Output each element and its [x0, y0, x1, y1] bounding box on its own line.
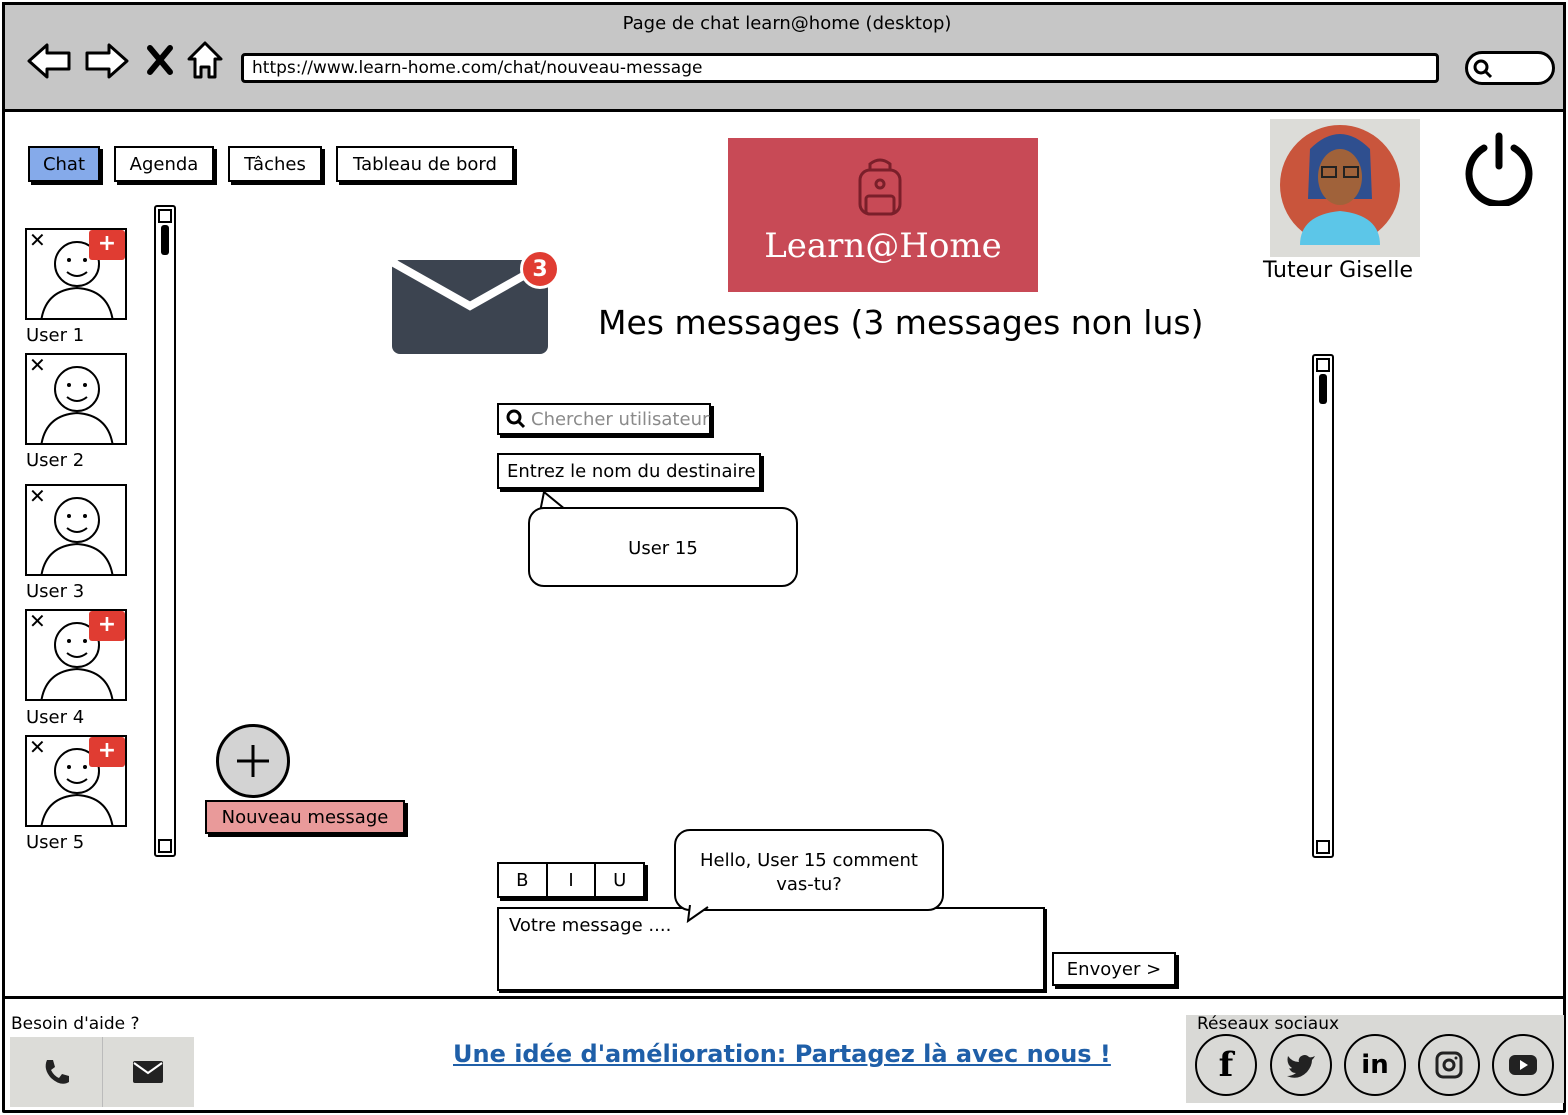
unread-count-badge: 3	[520, 249, 560, 289]
search-placeholder: Chercher utilisateur	[531, 408, 710, 430]
user-label[interactable]: User 4	[26, 707, 84, 728]
new-message-badge-icon: +	[89, 737, 125, 767]
youtube-icon[interactable]	[1492, 1034, 1554, 1096]
remove-user-icon[interactable]: ✕	[29, 737, 46, 759]
tab-taches[interactable]: Tâches	[228, 146, 322, 182]
mail-icon	[133, 1061, 164, 1083]
scroll-thumb[interactable]	[161, 225, 169, 255]
recipient-field[interactable]: Entrez le nom du destinaire	[497, 453, 761, 489]
page-title: Mes messages (3 messages non lus)	[598, 303, 1204, 342]
linkedin-icon[interactable]: in	[1344, 1034, 1406, 1096]
draft-message-bubble: Hello, User 15 comment vas-tu?	[674, 829, 944, 911]
plus-icon	[237, 745, 269, 777]
camera-icon	[1435, 1051, 1463, 1079]
forward-arrow-icon[interactable]	[83, 41, 131, 81]
tab-tableau-de-bord[interactable]: Tableau de bord	[336, 146, 514, 182]
user-label[interactable]: User 2	[26, 450, 84, 471]
send-button[interactable]: Envoyer >	[1052, 952, 1176, 986]
user-card-3[interactable]: ✕	[25, 484, 127, 576]
facebook-icon[interactable]: f	[1195, 1034, 1257, 1096]
user-label[interactable]: User 5	[26, 832, 84, 853]
email-button[interactable]	[103, 1037, 195, 1107]
home-icon[interactable]	[185, 39, 225, 81]
profile-name: Tuteur Giselle	[1262, 258, 1414, 283]
power-icon[interactable]	[1462, 130, 1538, 206]
underline-button[interactable]: U	[596, 864, 643, 896]
url-input[interactable]: https://www.learn-home.com/chat/nouveau-…	[241, 53, 1439, 83]
scroll-up-arrow-icon[interactable]	[158, 209, 172, 223]
messages-scrollbar[interactable]	[1312, 354, 1334, 858]
user-card-4[interactable]: ✕ +	[25, 609, 127, 701]
search-icon	[506, 409, 526, 429]
bold-button[interactable]: B	[499, 864, 548, 896]
new-message-badge-icon: +	[89, 230, 125, 260]
scroll-down-arrow-icon[interactable]	[1316, 840, 1330, 854]
help-label: Besoin d'aide ?	[11, 1014, 140, 1034]
back-arrow-icon[interactable]	[25, 41, 73, 81]
scroll-down-arrow-icon[interactable]	[158, 839, 172, 853]
user-label[interactable]: User 3	[26, 581, 84, 602]
play-icon	[1509, 1055, 1537, 1075]
avatar[interactable]	[1270, 119, 1420, 257]
user-card-5[interactable]: ✕ +	[25, 735, 127, 827]
logo-text: Learn@Home	[764, 226, 1002, 266]
instagram-icon[interactable]	[1418, 1034, 1480, 1096]
app-logo: Learn@Home	[728, 138, 1038, 292]
window-title: Page de chat learn@home (desktop)	[622, 13, 952, 34]
phone-icon	[45, 1060, 69, 1084]
scroll-thumb[interactable]	[1319, 374, 1327, 404]
twitter-icon[interactable]	[1270, 1034, 1332, 1096]
new-message-button[interactable]: Nouveau message	[205, 800, 405, 834]
search-icon	[1473, 59, 1493, 79]
remove-user-icon[interactable]: ✕	[29, 486, 46, 508]
remove-user-icon[interactable]: ✕	[29, 611, 46, 633]
phone-button[interactable]	[10, 1037, 103, 1107]
tab-agenda[interactable]: Agenda	[114, 146, 214, 182]
user-card-2[interactable]: ✕	[25, 353, 127, 445]
remove-user-icon[interactable]: ✕	[29, 355, 46, 377]
message-textarea[interactable]: Votre message ....	[497, 907, 1045, 991]
browser-toolbar: Page de chat learn@home (desktop) https:…	[2, 2, 1566, 112]
user-list-scrollbar[interactable]	[154, 205, 176, 857]
search-input[interactable]: Chercher utilisateur	[497, 403, 711, 435]
add-conversation-button[interactable]	[216, 724, 290, 798]
twitter-bird-icon	[1287, 1055, 1315, 1078]
social-label: Réseaux sociaux	[1197, 1014, 1340, 1034]
feedback-link[interactable]: Une idée d'amélioration: Partagez là ave…	[453, 1040, 1111, 1068]
new-message-badge-icon: +	[89, 611, 125, 641]
format-toolbar: B I U	[497, 862, 645, 898]
remove-user-icon[interactable]: ✕	[29, 230, 46, 252]
recipient-suggestion[interactable]: User 15	[528, 507, 798, 587]
bubble-tail-icon	[686, 905, 709, 923]
tab-chat[interactable]: Chat	[28, 146, 100, 182]
browser-search-input[interactable]	[1465, 51, 1555, 85]
user-card-1[interactable]: ✕ +	[25, 228, 127, 320]
help-contact-buttons	[10, 1037, 194, 1107]
italic-button[interactable]: I	[548, 864, 597, 896]
profile-avatar-icon	[1280, 125, 1400, 245]
user-label[interactable]: User 1	[26, 325, 84, 346]
scroll-up-arrow-icon[interactable]	[1316, 358, 1330, 372]
backpack-icon	[858, 158, 902, 216]
stop-icon[interactable]	[145, 43, 175, 77]
